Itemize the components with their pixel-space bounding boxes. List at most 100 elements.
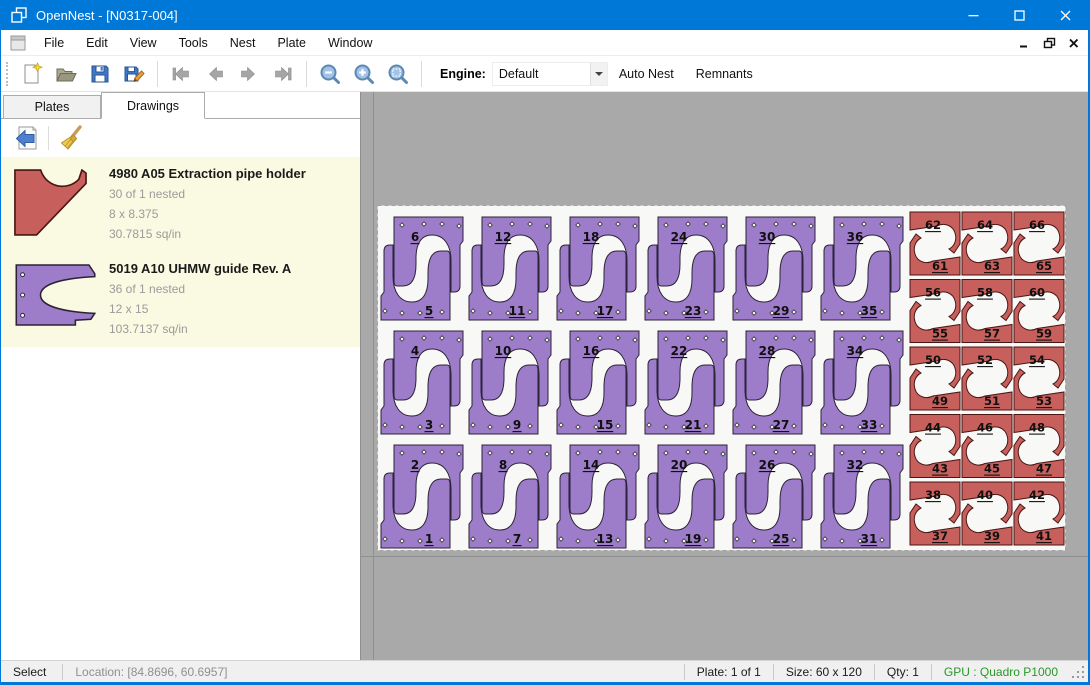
menu-nest[interactable]: Nest	[219, 32, 267, 54]
part-number: 26	[759, 458, 776, 472]
side-panel: Plates Drawings	[1, 92, 361, 660]
drawing-size: 12 x 15	[109, 299, 354, 319]
import-drawing-icon[interactable]	[10, 122, 42, 154]
part-number: 13	[597, 532, 614, 546]
part-number: 37	[932, 529, 948, 543]
part-number: 30	[759, 230, 776, 244]
part-number: 36	[847, 230, 864, 244]
part-number: 65	[1036, 259, 1052, 273]
part-number: 51	[984, 394, 1000, 408]
drawing-list-item[interactable]: 5019 A10 UHMW guide Rev. A 36 of 1 neste…	[1, 252, 360, 347]
part-number: 12	[495, 230, 512, 244]
menu-view[interactable]: View	[119, 32, 168, 54]
menu-window[interactable]: Window	[317, 32, 383, 54]
part-number: 14	[583, 458, 600, 472]
auto-nest-button[interactable]: Auto Nest	[608, 62, 685, 86]
zoom-out-icon[interactable]	[313, 59, 347, 89]
nest-canvas[interactable]: 6512111817242330293635431091615222128273…	[361, 92, 1088, 660]
part-number: 3	[425, 418, 433, 432]
drawing-list-item[interactable]: 4980 A05 Extraction pipe holder 30 of 1 …	[1, 157, 360, 252]
part-number: 9	[513, 418, 521, 432]
status-gpu: GPU : Quadro P1000	[932, 665, 1070, 679]
part-number: 45	[984, 462, 1000, 476]
part-number: 50	[925, 353, 941, 367]
mdi-minimize-icon[interactable]	[1013, 33, 1035, 53]
part-number: 23	[685, 304, 702, 318]
mdi-restore-icon[interactable]	[1038, 33, 1060, 53]
last-plate-icon[interactable]	[266, 59, 300, 89]
part-number: 49	[932, 394, 948, 408]
part-number: 62	[925, 218, 941, 232]
part-number: 19	[685, 532, 702, 546]
status-qty: Qty: 1	[875, 665, 931, 679]
part-number: 66	[1029, 218, 1045, 232]
part-number: 63	[984, 259, 1000, 273]
toolbar-grip[interactable]	[6, 62, 10, 86]
part-number: 39	[984, 529, 1000, 543]
part-number: 21	[685, 418, 702, 432]
part-number: 5	[425, 304, 433, 318]
status-plate: Plate: 1 of 1	[685, 665, 773, 679]
part-number: 11	[509, 304, 526, 318]
engine-combobox[interactable]: Default	[492, 62, 608, 86]
part-number: 43	[932, 462, 948, 476]
minimize-icon[interactable]	[950, 0, 996, 30]
part-number: 6	[411, 230, 419, 244]
open-file-icon[interactable]	[49, 59, 83, 89]
menu-edit[interactable]: Edit	[75, 32, 119, 54]
close-icon[interactable]	[1042, 0, 1088, 30]
zoom-in-icon[interactable]	[347, 59, 381, 89]
tab-plates[interactable]: Plates	[3, 95, 101, 118]
drawing-size: 8 x 8.375	[109, 204, 354, 224]
part-number: 60	[1029, 286, 1045, 300]
part-number: 42	[1029, 488, 1045, 502]
part-number: 8	[499, 458, 507, 472]
part-number: 44	[925, 421, 941, 435]
nest-drawing[interactable]: 6512111817242330293635431091615222128273…	[361, 92, 1088, 660]
part-number: 41	[1036, 529, 1052, 543]
menu-file[interactable]: File	[33, 32, 75, 54]
resize-grip-icon[interactable]	[1070, 664, 1086, 680]
app-window: OpenNest - [N0317-004] File Edit View To…	[0, 0, 1090, 685]
drawing-area: 103.7137 sq/in	[109, 319, 354, 339]
part-number: 1	[425, 532, 433, 546]
part-number: 20	[671, 458, 688, 472]
first-plate-icon[interactable]	[164, 59, 198, 89]
part-number: 54	[1029, 353, 1045, 367]
engine-value: Default	[493, 67, 590, 81]
part-number: 61	[932, 259, 948, 273]
tab-drawings[interactable]: Drawings	[101, 92, 205, 119]
part-number: 28	[759, 344, 776, 358]
save-as-icon[interactable]	[117, 59, 151, 89]
part-number: 34	[847, 344, 864, 358]
drawing-list: 4980 A05 Extraction pipe holder 30 of 1 …	[1, 157, 360, 347]
part-number: 10	[495, 344, 512, 358]
part-number: 24	[671, 230, 688, 244]
mdi-close-icon[interactable]	[1063, 33, 1085, 53]
clear-drawings-broom-icon[interactable]	[55, 122, 87, 154]
drawing-area: 30.7815 sq/in	[109, 224, 354, 244]
toolbar: Engine: Default Auto Nest Remnants	[1, 56, 1088, 92]
drawings-toolbar	[1, 119, 360, 157]
maximize-icon[interactable]	[996, 0, 1042, 30]
part-number: 18	[583, 230, 600, 244]
menu-tools[interactable]: Tools	[168, 32, 219, 54]
drawing-title: 4980 A05 Extraction pipe holder	[109, 166, 354, 181]
previous-plate-icon[interactable]	[198, 59, 232, 89]
new-file-icon[interactable]	[15, 59, 49, 89]
save-icon[interactable]	[83, 59, 117, 89]
chevron-down-icon[interactable]	[590, 63, 607, 85]
part-number: 53	[1036, 394, 1052, 408]
zoom-fit-icon[interactable]	[381, 59, 415, 89]
menu-bar: File Edit View Tools Nest Plate Window	[1, 30, 1088, 56]
next-plate-icon[interactable]	[232, 59, 266, 89]
menu-plate[interactable]: Plate	[266, 32, 317, 54]
part-number: 7	[513, 532, 521, 546]
part-number: 64	[977, 218, 993, 232]
part-number: 47	[1036, 462, 1052, 476]
part-number: 25	[773, 532, 790, 546]
part-number: 15	[597, 418, 614, 432]
part-number: 59	[1036, 327, 1052, 341]
status-bar: Select Location: [84.8696, 60.6957] Plat…	[1, 660, 1088, 682]
remnants-button[interactable]: Remnants	[685, 62, 764, 86]
